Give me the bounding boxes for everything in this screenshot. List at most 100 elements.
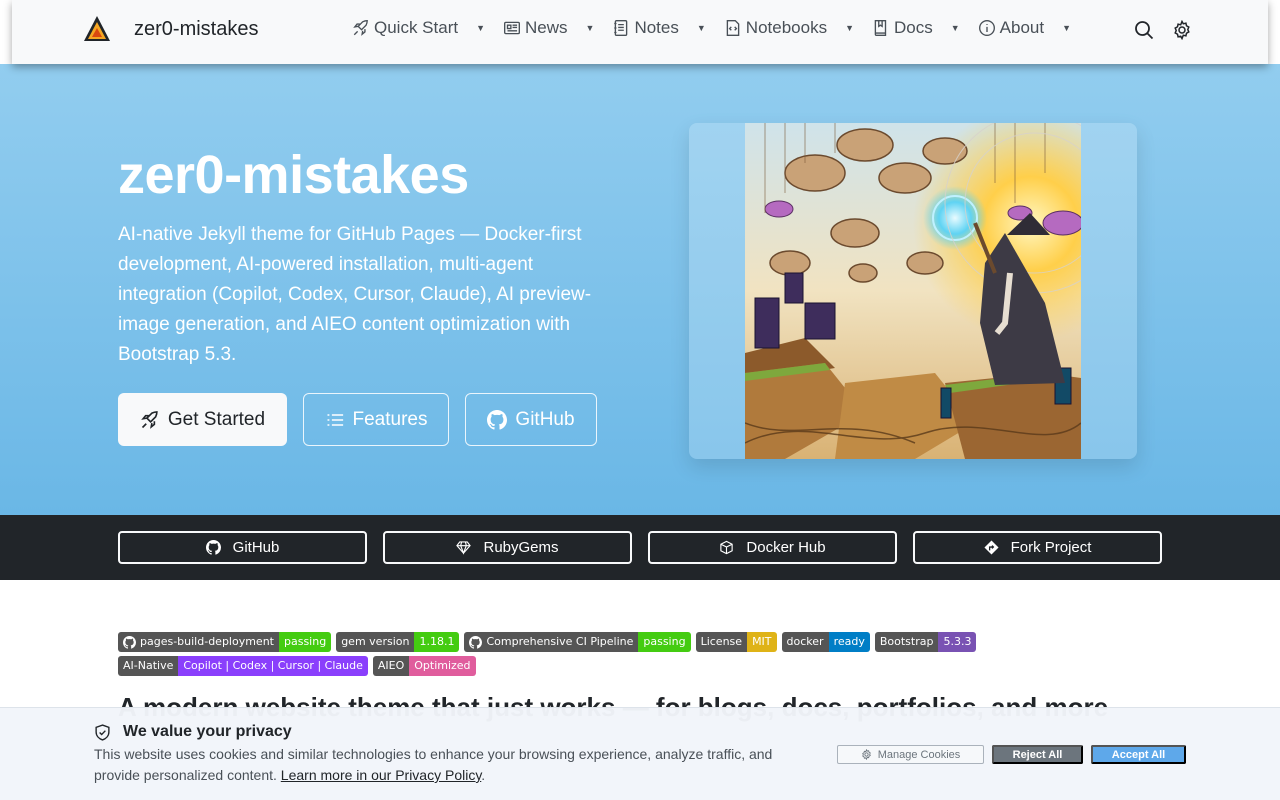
chevron-down-icon[interactable]: ▼ [586,23,595,33]
privacy-policy-link[interactable]: Learn more in our Privacy Policy [281,767,481,783]
badge-row: pages-build-deployment passing gem version… [118,632,1018,652]
chevron-down-icon[interactable]: ▼ [697,23,706,33]
nav-item-quick-start[interactable]: Quick Start ▼ [352,18,503,38]
badge-label-text: docker [786,635,824,648]
rocket-icon [141,410,158,429]
status-badge[interactable]: Comprehensive CI Pipeline passing [464,632,691,652]
hero-image-card [689,123,1137,459]
nav-item-docs[interactable]: Docs ▼ [872,18,978,38]
badge-label: Comprehensive CI Pipeline [464,632,639,652]
badge-value: Copilot | Codex | Cursor | Claude [178,656,368,676]
shield-check-icon [95,723,110,741]
chevron-down-icon[interactable]: ▼ [951,23,960,33]
nav-item-news[interactable]: News ▼ [503,18,612,38]
cookie-title-row: We value your privacy [94,723,292,741]
strip-fork-project-label: Fork Project [1010,539,1092,556]
gear-icon [861,749,871,760]
badge-label: Bootstrap [874,632,939,652]
chevron-down-icon[interactable]: ▼ [845,23,854,33]
chevron-down-icon[interactable]: ▼ [476,23,485,33]
nav-tools [1134,20,1192,40]
badge-value: passing [638,632,691,652]
badge-label: License [695,632,748,652]
badge-value: ready [828,632,870,652]
github-icon [123,635,136,649]
hero-section: zer0-mistakes AI-native Jekyll theme for… [0,64,1280,515]
brand-logo-icon [84,16,110,41]
status-badge[interactable]: gem version 1.18.1 [336,632,460,652]
strip-github-label: GitHub [232,539,280,556]
badge-label-text: Bootstrap [879,635,934,648]
hero-title: zer0-mistakes [118,145,469,205]
nav-label-quick-start: Quick Start [374,18,459,37]
brand-name: zer0-mistakes [134,17,259,40]
hero-github-button[interactable]: GitHub [465,393,597,446]
status-badge[interactable]: AI-Native Copilot | Codex | Cursor | Clau… [118,656,368,676]
badge-value: 1.18.1 [414,632,460,652]
status-badge[interactable]: Bootstrap 5.3.3 [874,632,977,652]
nav-item-notebooks[interactable]: Notebooks ▼ [724,18,872,38]
features-button[interactable]: Features [303,393,449,446]
info-icon [978,19,996,37]
badge-value: MIT [747,632,777,652]
badge-value: 5.3.3 [938,632,977,652]
strip-docker-hub-button[interactable]: Docker Hub [648,531,897,564]
brand[interactable]: zer0-mistakes [82,14,258,44]
nav-item-about[interactable]: About ▼ [978,18,1089,38]
badge-label-text: License [700,635,743,648]
gem-icon [456,541,472,555]
badge-label-text: Comprehensive CI Pipeline [486,635,634,648]
badge-label: gem version [336,632,415,652]
badge-label-text: gem version [341,635,410,648]
get-started-label: Get Started [167,408,266,430]
accept-all-button[interactable]: Accept All [1091,745,1186,764]
box-icon [720,540,734,555]
badge-label: AIEO [372,656,410,676]
search-icon[interactable] [1134,20,1154,40]
list-icon [327,413,343,426]
journal-icon [612,19,630,37]
status-badge[interactable]: pages-build-deployment passing [118,632,332,652]
badge-label: pages-build-deployment [118,632,279,652]
gear-icon[interactable] [1172,20,1192,40]
badge-label: docker [781,632,829,652]
strip-rubygems-label: RubyGems [483,539,559,556]
badges: pages-build-deployment passing gem version… [118,632,1018,680]
cookie-banner: We value your privacy This website uses … [0,707,1280,800]
nav-label-docs: Docs [894,18,933,37]
nav-label-about: About [999,18,1045,37]
hero-lead: AI-native Jekyll theme for GitHub Pages … [118,224,592,365]
chevron-down-icon[interactable]: ▼ [1062,23,1071,33]
quick-links-strip: GitHub RubyGems Docker Hub Fork Project [0,515,1280,580]
get-started-button[interactable]: Get Started [118,393,287,446]
book-icon [872,19,890,37]
features-label: Features [352,408,428,430]
fork-icon [984,540,999,555]
badge-label-text: AIEO [377,659,405,672]
status-badge[interactable]: AIEO Optimized [372,656,476,676]
badge-label-text: pages-build-deployment [140,635,274,648]
hero-github-label: GitHub [515,408,575,430]
reject-all-button[interactable]: Reject All [992,745,1083,764]
github-icon [205,540,221,555]
github-icon [469,635,483,649]
nav-label-notes: Notes [634,18,679,37]
rocket-icon [352,19,370,37]
badge-value: Optimized [409,656,476,676]
status-badge[interactable]: License MIT [695,632,777,652]
nav-item-notes[interactable]: Notes ▼ [612,18,723,38]
strip-fork-project-button[interactable]: Fork Project [913,531,1162,564]
manage-cookies-button[interactable]: Manage Cookies [837,745,984,764]
strip-rubygems-button[interactable]: RubyGems [383,531,632,564]
strip-github-button[interactable]: GitHub [118,531,367,564]
cookie-title: We value your privacy [123,723,292,740]
badge-row: AI-Native Copilot | Codex | Cursor | Clau… [118,656,1018,676]
status-badge[interactable]: docker ready [781,632,870,652]
badge-value: passing [279,632,332,652]
nav-label-notebooks: Notebooks [745,18,828,37]
cookie-text: This website uses cookies and similar te… [94,746,773,783]
badge-label: AI-Native [118,656,179,676]
github-icon [487,409,508,430]
manage-cookies-label: Manage Cookies [877,748,961,761]
code-file-icon [724,19,742,37]
